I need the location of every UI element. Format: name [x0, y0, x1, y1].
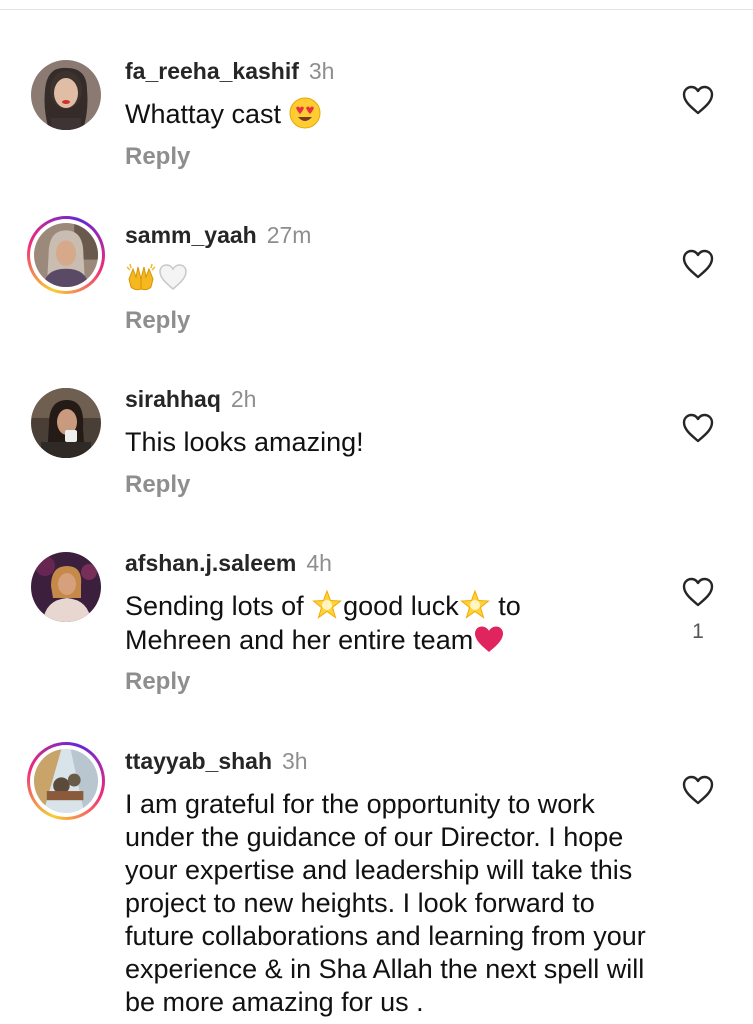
avatar-image — [34, 749, 98, 813]
reply-button[interactable]: Reply — [125, 307, 190, 335]
avatar-image — [31, 552, 101, 622]
comment-header: afshan.j.saleem 4h — [125, 549, 332, 577]
comment-text-part: Mehreen and her entire team — [125, 624, 474, 655]
like-count: 1 — [692, 620, 704, 643]
like-button[interactable] — [681, 84, 715, 116]
like-button[interactable] — [681, 576, 715, 608]
glowing-star-emoji-icon — [311, 589, 343, 621]
comment-text — [125, 262, 665, 296]
reply-button[interactable]: Reply — [125, 471, 190, 499]
comment-text-part: Sending lots of — [125, 591, 312, 621]
like-button[interactable] — [681, 412, 715, 444]
timestamp: 27m — [266, 222, 312, 248]
username[interactable]: samm_yaah — [125, 222, 257, 248]
timestamp: 3h — [308, 58, 335, 84]
avatar[interactable] — [27, 742, 105, 820]
timestamp: 4h — [306, 550, 332, 576]
like-button[interactable] — [681, 248, 715, 280]
reply-button[interactable]: Reply — [125, 668, 190, 696]
comment-text-part: good luck — [343, 591, 459, 621]
comment-text: Sending lots of good luck to Mehreen and… — [125, 589, 665, 658]
comment-text-part: Whattay cast — [125, 99, 289, 129]
comment-header: fa_reeha_kashif 3h — [125, 57, 334, 85]
heart-outline-icon — [682, 413, 714, 443]
top-divider — [0, 9, 753, 10]
comment-header: samm_yaah 27m — [125, 221, 311, 249]
heart-eyes-emoji-icon — [289, 97, 321, 129]
comment-text: I am grateful for the opportunity to wor… — [125, 789, 646, 1017]
heart-outline-icon — [682, 775, 714, 805]
raising-hands-emoji-icon — [125, 261, 157, 293]
like-button[interactable] — [681, 774, 715, 806]
white-heart-emoji-icon — [157, 261, 189, 293]
glowing-star-emoji-icon — [459, 589, 491, 621]
avatar-image — [34, 223, 98, 287]
avatar[interactable] — [27, 384, 105, 462]
timestamp: 3h — [282, 748, 308, 774]
avatar-image — [31, 60, 101, 130]
heart-outline-icon — [682, 577, 714, 607]
heart-outline-icon — [682, 85, 714, 115]
reply-button[interactable]: Reply — [125, 143, 190, 171]
red-heart-emoji-icon — [473, 623, 505, 655]
username[interactable]: sirahhaq — [125, 386, 221, 412]
username[interactable]: ttayyab_shah — [125, 748, 272, 774]
comment-header: ttayyab_shah 3h — [125, 747, 308, 775]
avatar[interactable] — [27, 216, 105, 294]
avatar-image — [31, 388, 101, 458]
comment-text: This looks amazing! — [125, 427, 364, 457]
avatar[interactable] — [27, 56, 105, 134]
comment-header: sirahhaq 2h — [125, 385, 256, 413]
comment-text: Whattay cast — [125, 97, 665, 132]
avatar[interactable] — [27, 548, 105, 626]
comment-text-part: to — [490, 591, 521, 621]
username[interactable]: fa_reeha_kashif — [125, 58, 299, 84]
username[interactable]: afshan.j.saleem — [125, 550, 296, 576]
heart-outline-icon — [682, 249, 714, 279]
timestamp: 2h — [230, 386, 257, 412]
